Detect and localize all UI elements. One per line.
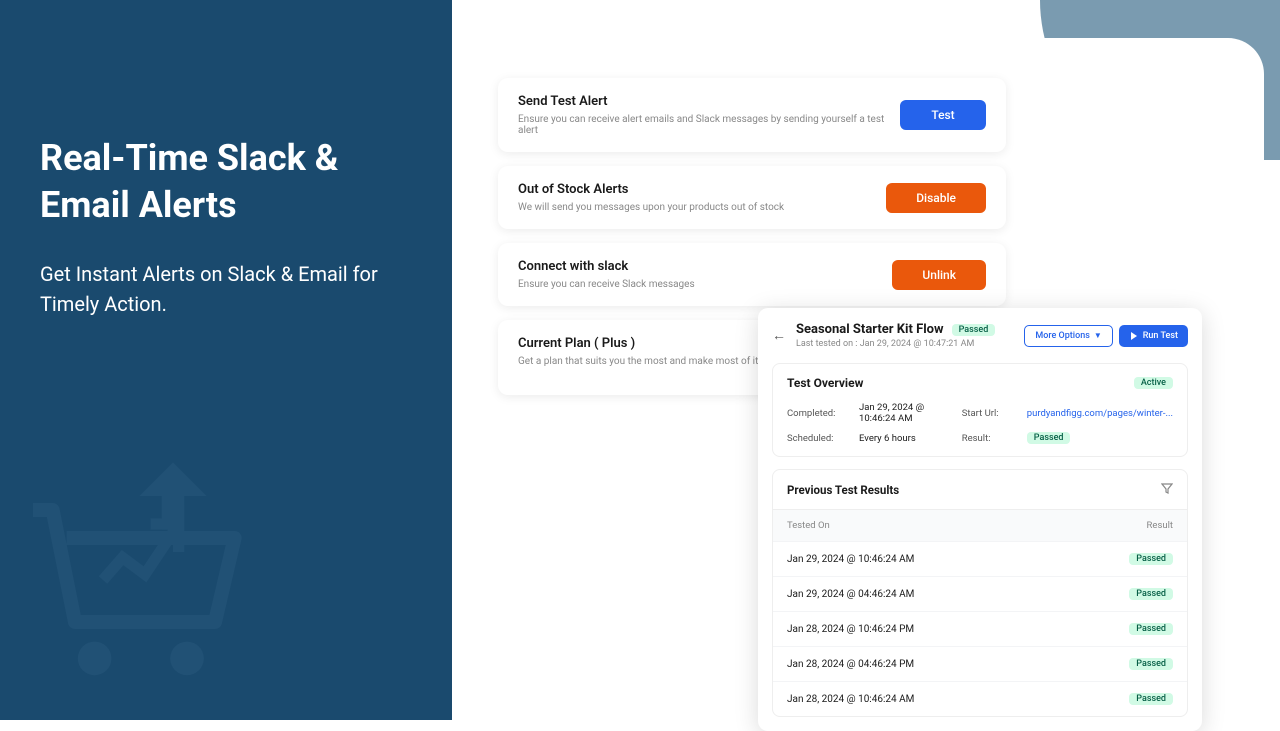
unlink-button[interactable]: Unlink [892, 260, 986, 290]
result-row[interactable]: Jan 28, 2024 @ 04:46:24 PM Passed [773, 646, 1187, 681]
result-date: Jan 28, 2024 @ 04:46:24 PM [787, 659, 914, 670]
completed-value: Jan 29, 2024 @ 10:46:24 AM [859, 402, 952, 424]
hero-panel: Real-Time Slack & Email Alerts Get Insta… [0, 0, 452, 720]
result-badge: Passed [1027, 432, 1071, 444]
flow-header: ← Seasonal Starter Kit Flow Passed Last … [772, 322, 1188, 349]
result-badge: Passed [1129, 658, 1173, 670]
setting-card-out-of-stock: Out of Stock Alerts We will send you mes… [498, 166, 1006, 229]
result-row[interactable]: Jan 29, 2024 @ 10:46:24 AM Passed [773, 541, 1187, 576]
overview-title: Test Overview [787, 376, 863, 390]
result-badge: Passed [1129, 693, 1173, 705]
result-badge: Passed [1129, 623, 1173, 635]
result-label: Result: [962, 433, 1017, 444]
setting-card-test-alert: Send Test Alert Ensure you can receive a… [498, 78, 1006, 152]
setting-title: Connect with slack [518, 259, 892, 274]
starturl-link[interactable]: purdyandfigg.com/pages/winter-... [1027, 408, 1173, 419]
results-columns: Tested On Result [773, 510, 1187, 541]
result-row[interactable]: Jan 29, 2024 @ 04:46:24 AM Passed [773, 576, 1187, 611]
flow-title: Seasonal Starter Kit Flow [796, 322, 944, 337]
result-row[interactable]: Jan 28, 2024 @ 10:46:24 PM Passed [773, 611, 1187, 646]
cart-chart-icon [5, 440, 285, 720]
filter-icon[interactable] [1161, 482, 1173, 497]
disable-button[interactable]: Disable [886, 183, 986, 213]
result-row[interactable]: Jan 28, 2024 @ 10:46:24 AM Passed [773, 681, 1187, 716]
flow-detail-panel: ← Seasonal Starter Kit Flow Passed Last … [758, 308, 1202, 731]
results-title: Previous Test Results [787, 483, 899, 497]
previous-results-card: Previous Test Results Tested On Result J… [772, 469, 1188, 717]
completed-label: Completed: [787, 408, 849, 419]
scheduled-label: Scheduled: [787, 433, 849, 444]
result-date: Jan 29, 2024 @ 04:46:24 AM [787, 589, 914, 600]
scheduled-value: Every 6 hours [859, 433, 952, 444]
test-button[interactable]: Test [900, 100, 986, 130]
app-panel: Send Test Alert Ensure you can receive a… [452, 38, 1264, 720]
active-badge: Active [1134, 377, 1173, 389]
result-date: Jan 28, 2024 @ 10:46:24 PM [787, 624, 914, 635]
starturl-label: Start Url: [962, 408, 1017, 419]
setting-desc: We will send you messages upon your prod… [518, 202, 886, 213]
result-date: Jan 28, 2024 @ 10:46:24 AM [787, 694, 914, 705]
hero-title: Real-Time Slack & Email Alerts [40, 135, 412, 229]
play-icon [1129, 331, 1139, 341]
back-arrow-icon[interactable]: ← [772, 327, 786, 344]
col-result: Result [1147, 520, 1173, 531]
setting-desc: Ensure you can receive Slack messages [518, 279, 892, 290]
setting-title: Out of Stock Alerts [518, 182, 886, 197]
setting-card-slack: Connect with slack Ensure you can receiv… [498, 243, 1006, 306]
run-test-button[interactable]: Run Test [1119, 325, 1188, 347]
status-badge: Passed [952, 324, 996, 336]
hero-subtitle: Get Instant Alerts on Slack & Email for … [40, 259, 412, 319]
result-badge: Passed [1129, 588, 1173, 600]
result-date: Jan 29, 2024 @ 10:46:24 AM [787, 554, 914, 565]
col-tested-on: Tested On [787, 520, 830, 531]
result-badge: Passed [1129, 553, 1173, 565]
test-overview-card: Test Overview Active Completed: Jan 29, … [772, 363, 1188, 457]
chevron-down-icon: ▼ [1094, 331, 1102, 340]
flow-last-tested: Last tested on : Jan 29, 2024 @ 10:47:21… [796, 339, 1014, 349]
setting-desc: Ensure you can receive alert emails and … [518, 114, 900, 136]
more-options-button[interactable]: More Options ▼ [1024, 325, 1112, 347]
setting-title: Send Test Alert [518, 94, 900, 109]
